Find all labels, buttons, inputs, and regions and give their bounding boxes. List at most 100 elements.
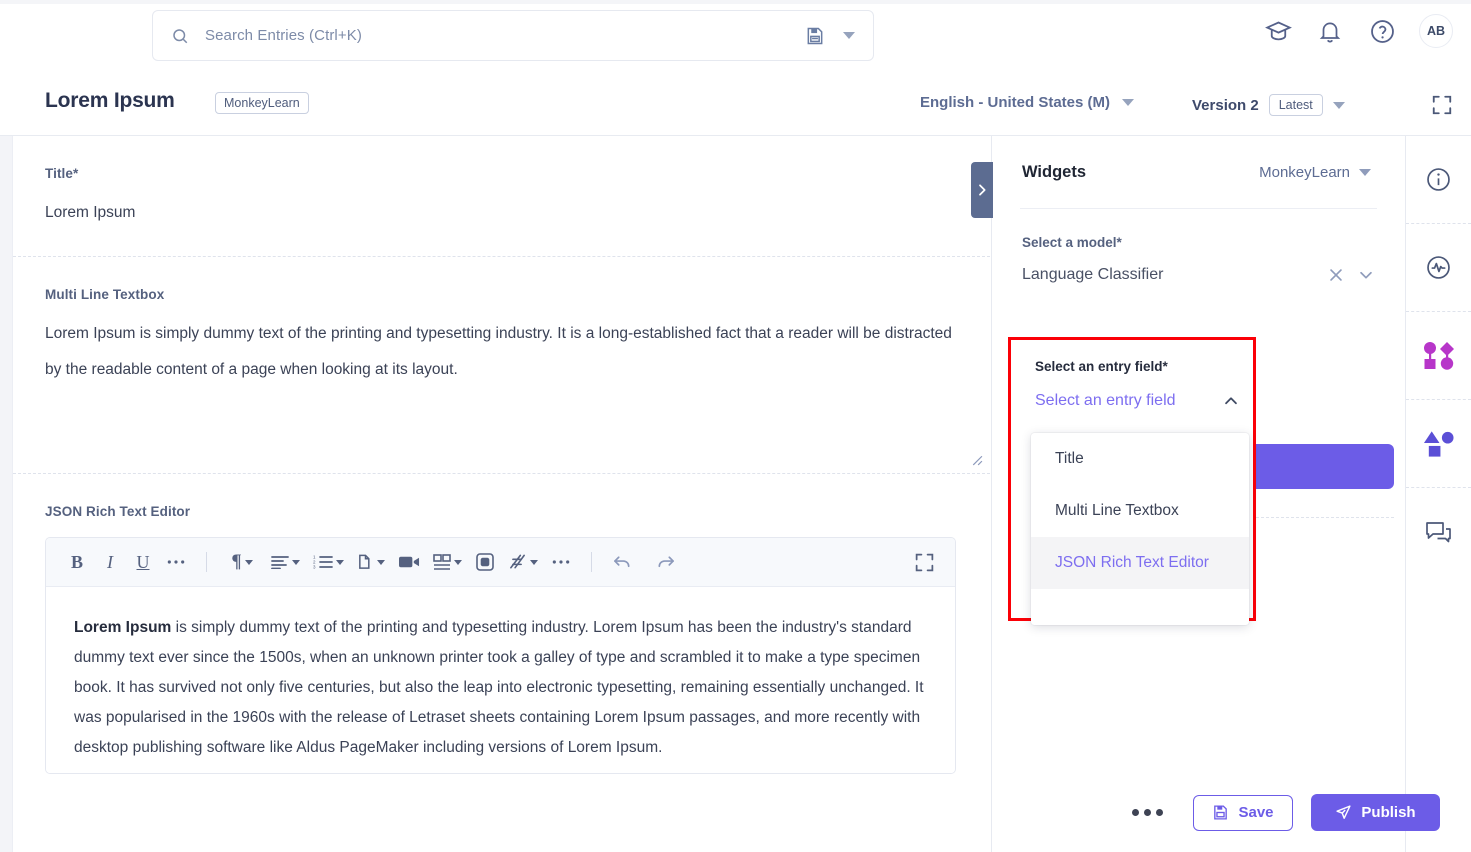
right-rail [1405,136,1471,852]
more-misc-button[interactable] [546,546,576,578]
chevron-down-icon[interactable] [1332,101,1345,109]
info-circle-icon [1425,166,1452,193]
widgets-heading: Widgets [1022,162,1087,181]
toolbar-divider [206,552,207,572]
insert-embed-button[interactable] [470,546,500,578]
dropdown-option-multi-line-textbox[interactable]: Multi Line Textbox [1031,485,1249,537]
widgets-panel-header: Widgets MonkeyLearn [992,136,1405,208]
save-button-label: Save [1238,804,1274,821]
clear-formatting-button[interactable] [503,546,543,578]
resize-handle-icon[interactable] [970,453,984,467]
rail-item-info[interactable] [1406,136,1471,224]
model-select-value: Language Classifier [1022,266,1164,283]
chat-bubbles-icon [1425,520,1453,544]
search-bar[interactable]: Search Entries (Ctrl+K) [152,10,874,61]
redo-button[interactable] [650,546,680,578]
chevron-down-icon[interactable] [1357,266,1375,284]
editor-bold-lead: Lorem Ipsum [74,619,172,636]
chevron-down-icon [291,559,300,565]
rich-text-editor: B I U ¶ 1 2 3 Lorem Ipsum is simply dumm… [45,537,956,774]
panel-collapse-toggle[interactable] [971,162,993,218]
floppy-disk-icon[interactable] [805,26,825,46]
more-text-format-button[interactable] [161,546,191,578]
version-badge: Latest [1268,94,1323,116]
field-multiline: Multi Line Textbox Lorem Ipsum is simply… [13,257,990,473]
field-label: Multi Line Textbox [45,287,165,302]
top-bar: Search Entries (Ctrl+K) AB [0,0,1471,70]
italic-button[interactable]: I [95,546,125,578]
editor-toolbar: B I U ¶ 1 2 3 [46,538,955,587]
avatar[interactable]: AB [1419,14,1453,48]
rail-item-activity[interactable] [1406,224,1471,312]
field-title: Title* Lorem Ipsum [13,136,990,256]
copy-paste-button[interactable] [351,546,391,578]
more-options-button[interactable] [1120,809,1175,816]
bottom-action-bar: Save Publish [1120,794,1440,831]
model-select[interactable]: Language Classifier [1022,266,1375,284]
chevron-down-icon [244,559,253,565]
save-button[interactable]: Save [1193,794,1293,831]
multiline-textarea[interactable]: Lorem Ipsum is simply dummy text of the … [45,316,956,388]
chevron-down-icon [453,559,462,565]
bell-icon[interactable] [1315,16,1345,46]
title-input[interactable]: Lorem Ipsum [45,201,956,224]
entry-field-label: Select an entry field* [1035,359,1168,374]
workspace-tag: MonkeyLearn [215,92,309,114]
align-button[interactable] [265,546,305,578]
rail-item-comments[interactable] [1406,488,1471,576]
chevron-down-icon [335,559,344,565]
chevron-down-icon [377,559,385,565]
language-selector[interactable]: English - United States (M) [920,94,1138,111]
chevron-right-icon [974,182,990,198]
version-selector[interactable]: Version 2 Latest [1192,94,1349,116]
field-label: Title* [45,166,79,181]
widgets-source-selector[interactable]: MonkeyLearn [1259,164,1375,181]
floppy-disk-icon [1212,804,1229,821]
field-label: JSON Rich Text Editor [45,504,191,519]
ordered-list-button[interactable]: 1 2 3 [308,546,348,578]
paragraph-format-button[interactable]: ¶ [222,546,262,578]
entry-field-dropdown-menu[interactable]: Title Multi Line Textbox JSON Rich Text … [1031,433,1249,625]
search-input[interactable]: Search Entries (Ctrl+K) [205,27,805,44]
dropdown-option-json-rich-text-editor[interactable]: JSON Rich Text Editor [1031,537,1249,589]
undo-button[interactable] [607,546,637,578]
question-circle-icon[interactable] [1367,16,1397,46]
svg-text:3: 3 [313,565,316,569]
pulse-circle-icon [1425,254,1452,281]
editor-content[interactable]: Lorem Ipsum is simply dummy text of the … [46,587,955,773]
fullscreen-icon[interactable] [1431,94,1453,116]
search-icon [171,27,189,45]
underline-button[interactable]: U [128,546,158,578]
close-icon[interactable] [1327,266,1345,284]
editor-body-text: is simply dummy text of the printing and… [74,619,924,756]
rail-item-components[interactable] [1406,400,1471,488]
title-row: Lorem Ipsum MonkeyLearn English - United… [0,70,1471,136]
top-right-actions: AB [1263,14,1453,48]
dot [1156,809,1163,816]
model-field-label: Select a model* [1022,235,1122,250]
entry-field-select[interactable]: Select an entry field [1035,392,1240,410]
publish-button[interactable]: Publish [1311,794,1440,831]
rail-item-widgets[interactable] [1406,312,1471,400]
graduation-cap-icon[interactable] [1263,16,1293,46]
chevron-up-icon[interactable] [1222,392,1240,410]
paper-plane-icon [1335,804,1352,821]
language-label: English - United States (M) [920,94,1111,111]
dot [1132,809,1139,816]
shapes-icon [1423,430,1454,458]
dropdown-option-title[interactable]: Title [1031,433,1249,485]
editor-paragraph: Lorem Ipsum is simply dummy text of the … [74,613,927,763]
bold-button[interactable]: B [62,546,92,578]
publish-button-label: Publish [1361,804,1416,821]
insert-video-button[interactable] [394,546,424,578]
caret-down-icon[interactable] [843,32,855,39]
shapes-connected-icon [1422,340,1456,372]
entry-field-placeholder: Select an entry field [1035,392,1176,409]
page-title: Lorem Ipsum [45,89,175,112]
top-strip [0,0,1471,4]
insert-table-button[interactable] [427,546,467,578]
entry-field-group: Select an entry field* Select an entry f… [1011,340,1253,410]
field-rich-text: JSON Rich Text Editor B I U ¶ 1 2 3 Lore… [13,474,990,774]
chevron-down-icon[interactable] [1122,99,1135,106]
editor-fullscreen-button[interactable] [909,546,939,578]
